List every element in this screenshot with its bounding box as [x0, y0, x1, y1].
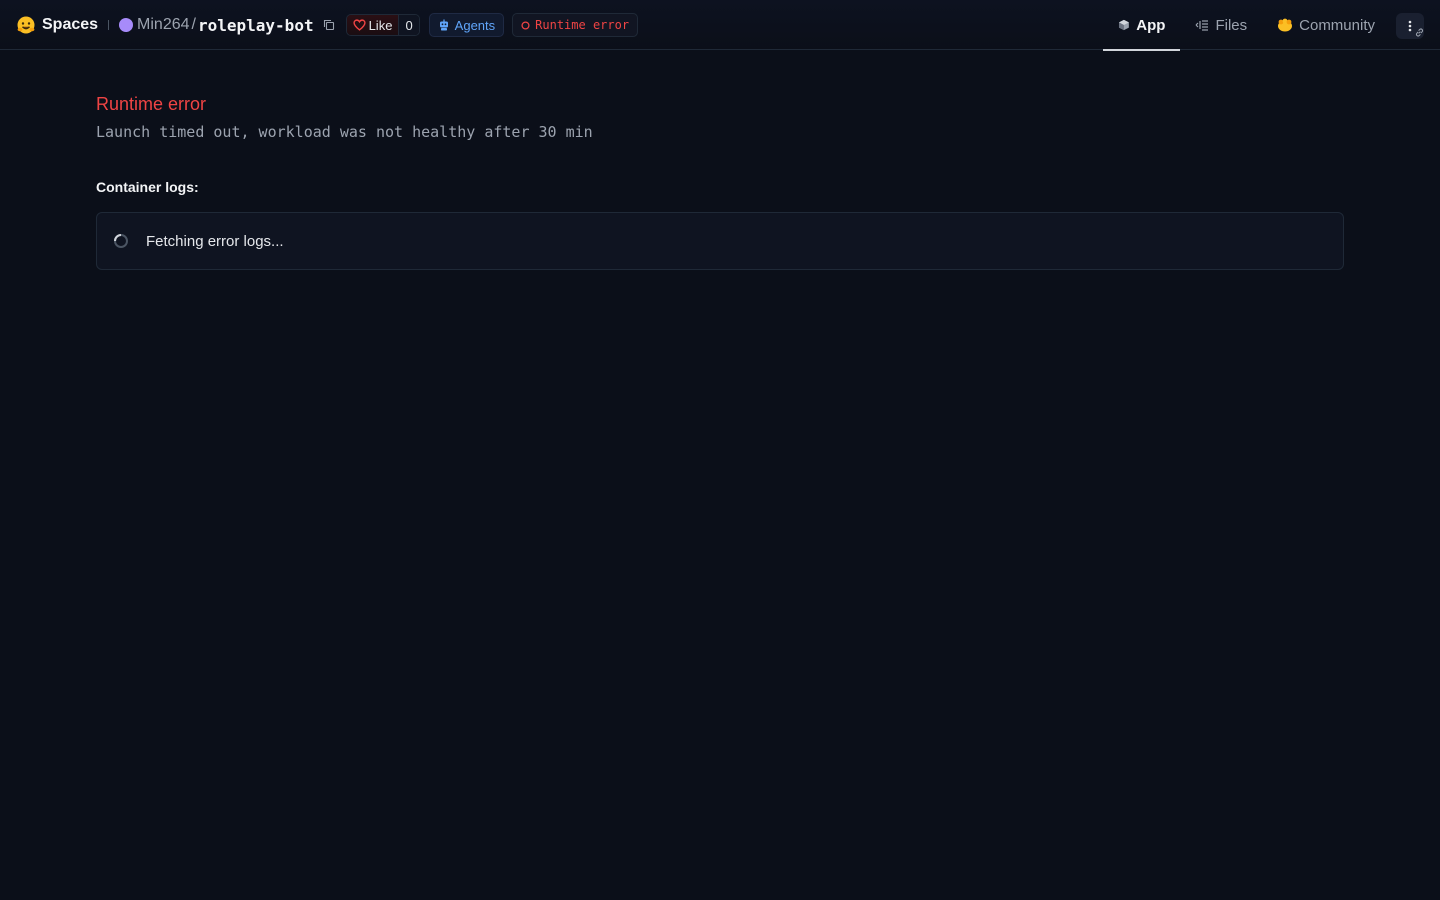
owner-link[interactable]: Min264 — [137, 16, 189, 34]
container-logs-heading: Container logs: — [96, 179, 199, 195]
main-content: Runtime error Launch timed out, workload… — [96, 90, 1344, 270]
tab-community[interactable]: Community — [1262, 0, 1390, 50]
like-count[interactable]: 0 — [398, 15, 419, 35]
heart-icon — [352, 19, 366, 31]
path-separator: / — [191, 16, 196, 33]
tab-app-label: App — [1136, 16, 1166, 34]
owner-avatar[interactable] — [119, 18, 134, 32]
repo-name-link[interactable]: roleplay-bot — [198, 16, 314, 35]
like-label: Like — [368, 17, 393, 33]
tab-app[interactable]: App — [1103, 0, 1181, 51]
loading-spinner-icon — [113, 233, 129, 249]
spaces-link[interactable]: Spaces — [42, 16, 98, 34]
community-icon — [1278, 18, 1293, 32]
tab-files-label: Files — [1215, 16, 1248, 34]
top-navigation-bar: Spaces Min264 / roleplay-bot Like 0 Agen… — [0, 0, 1440, 51]
tab-community-label: Community — [1299, 16, 1375, 34]
space-breadcrumb: Spaces Min264 / roleplay-bot Like 0 Agen… — [16, 0, 639, 50]
copy-icon[interactable] — [322, 18, 336, 32]
like-button[interactable]: Like — [346, 15, 399, 35]
like-button-group: Like 0 — [345, 14, 420, 36]
tab-files[interactable]: Files — [1180, 0, 1262, 50]
logs-status-text: Fetching error logs... — [146, 232, 284, 250]
link-icon — [1414, 25, 1425, 43]
status-label: Runtime error — [535, 18, 630, 32]
agents-label: Agents — [454, 17, 496, 33]
error-title: Runtime error — [96, 94, 207, 114]
robot-icon — [439, 19, 448, 31]
error-message: Launch timed out, workload was not healt… — [96, 123, 593, 141]
space-tabs: App Files Community — [1103, 0, 1440, 51]
status-badge[interactable]: Runtime error — [512, 13, 639, 37]
container-logs-panel: Fetching error logs... — [96, 212, 1344, 270]
files-icon — [1196, 20, 1209, 31]
error-circle-icon — [521, 20, 530, 30]
agents-button[interactable]: Agents — [428, 13, 505, 37]
more-options-button[interactable] — [1396, 13, 1424, 39]
hugging-face-logo-icon[interactable] — [16, 15, 36, 35]
cube-icon — [1119, 19, 1130, 31]
breadcrumb-divider — [108, 20, 110, 30]
vertical-dots-icon — [1408, 20, 1412, 32]
